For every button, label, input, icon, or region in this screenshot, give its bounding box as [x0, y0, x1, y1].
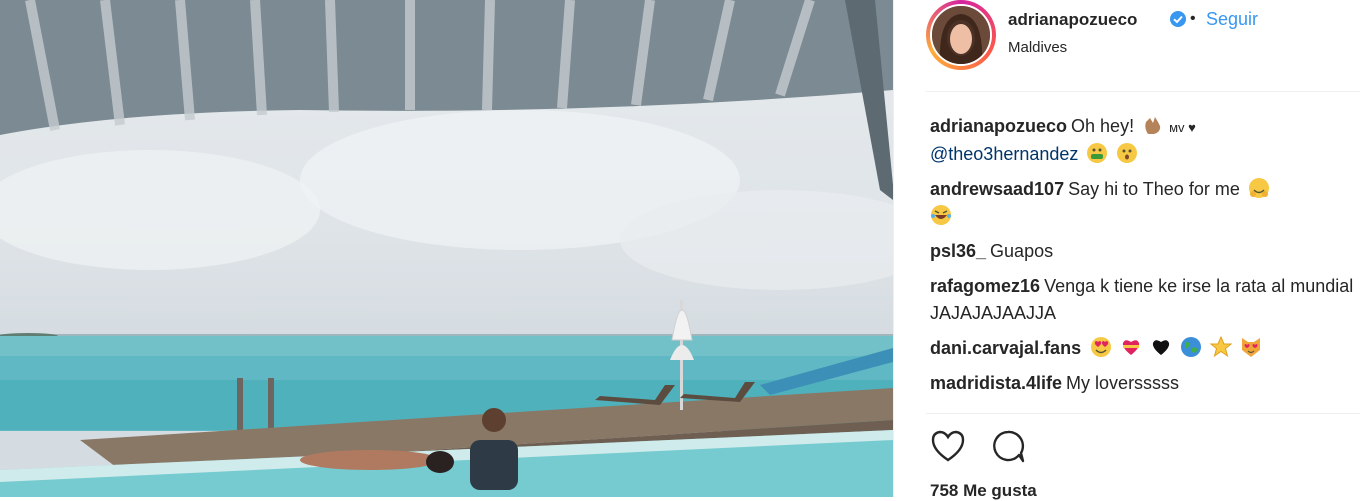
- waving-hand-emoji-icon: [1142, 114, 1164, 136]
- author-username[interactable]: adrianapozueco: [1008, 10, 1137, 30]
- comment-bubble-icon[interactable]: [990, 428, 1026, 469]
- photo-divider: [893, 0, 894, 497]
- post-photo[interactable]: [0, 0, 893, 497]
- comment-username[interactable]: andrewsaad107: [930, 179, 1064, 199]
- heart-eyes-emoji-icon: [1090, 336, 1112, 358]
- heart-icon[interactable]: [930, 428, 966, 469]
- heart-eyes-cat-emoji-icon: [1240, 336, 1262, 358]
- comment-username[interactable]: dani.carvajal.fans: [930, 338, 1081, 358]
- comment-item: andrewsaad107 Say hi to Theo for me: [930, 176, 1360, 230]
- location-link[interactable]: Maldives: [1008, 39, 1067, 56]
- hushed-face-emoji-icon: [1116, 142, 1138, 164]
- caption-suffix: ᴍᴠ ♥: [1169, 120, 1196, 135]
- caption: adrianapozueco Oh hey! ᴍᴠ ♥ @theo3hernand…: [930, 113, 1360, 168]
- comment-text: Say hi to Theo for me: [1068, 179, 1240, 199]
- avatar[interactable]: [930, 4, 992, 66]
- avatar-image: [932, 6, 990, 64]
- caption-text: Oh hey!: [1071, 116, 1135, 136]
- separator-dot: •: [1190, 10, 1196, 27]
- comment-item: rafagomez16 Venga k tiene ke irse la rata…: [930, 273, 1360, 327]
- hugging-face-emoji-icon: [1248, 177, 1270, 199]
- comment-item: madridista.4life My loversssss: [930, 370, 1360, 397]
- comment-text: Guapos: [990, 241, 1054, 261]
- maldives-pool-scene: [0, 0, 893, 497]
- comment-text: My loversssss: [1066, 373, 1180, 393]
- star-emoji-icon: [1209, 335, 1233, 358]
- comments-list: adrianapozueco Oh hey! ᴍᴠ ♥ @theo3hernand…: [930, 113, 1360, 405]
- comment-item: dani.carvajal.fans: [930, 335, 1360, 362]
- comment-username[interactable]: rafagomez16: [930, 276, 1040, 296]
- avatar-story-ring[interactable]: [926, 0, 996, 70]
- follow-button[interactable]: Seguir: [1206, 9, 1258, 30]
- likes-count[interactable]: 758 Me gusta: [930, 481, 1037, 501]
- actions-divider: [926, 413, 1360, 414]
- comment-username[interactable]: psl36_: [930, 241, 986, 261]
- money-mouth-emoji-icon: [1086, 142, 1108, 164]
- post-header: adrianapozueco: [926, 0, 1360, 92]
- globe-emoji-icon: [1180, 336, 1202, 358]
- comment-item: psl36_ Guapos: [930, 238, 1360, 265]
- heart-with-ribbon-emoji-icon: [1120, 336, 1142, 358]
- verified-badge-icon: [1169, 10, 1187, 33]
- comment-username[interactable]: madridista.4life: [930, 373, 1062, 393]
- caption-mention[interactable]: @theo3hernandez: [930, 144, 1078, 164]
- caption-username[interactable]: adrianapozueco: [930, 116, 1067, 136]
- laughing-tears-emoji-icon: [930, 204, 952, 226]
- black-heart-emoji-icon: [1150, 336, 1172, 358]
